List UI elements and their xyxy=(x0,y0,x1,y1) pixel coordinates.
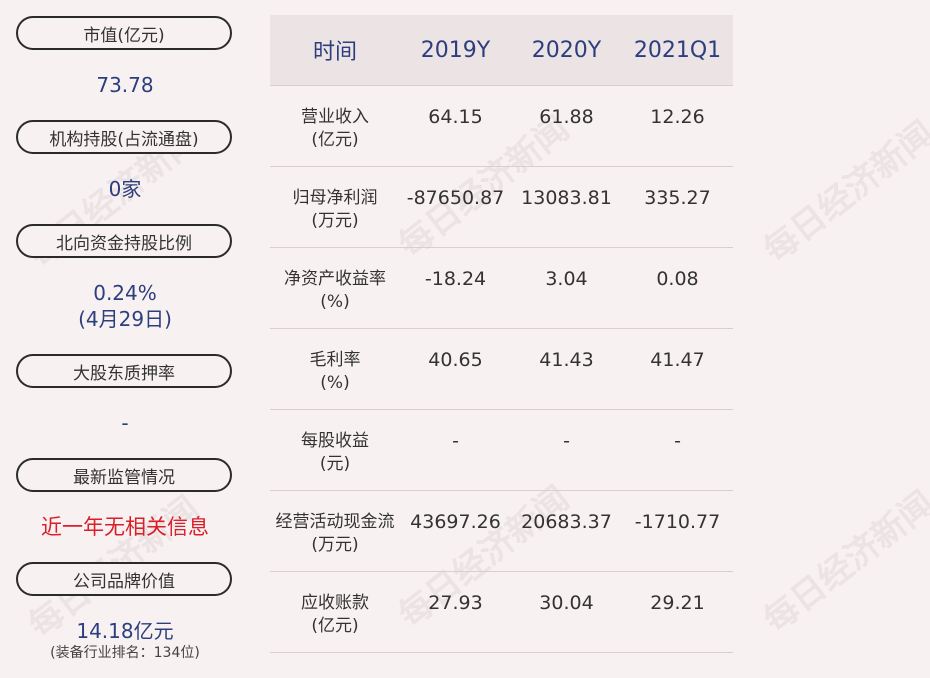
header-period: 时间 xyxy=(312,40,357,65)
northbound-ratio-percent: 0.24% xyxy=(93,281,157,305)
cell-2020y: 20683.37 xyxy=(521,511,612,533)
watermark: 每日经济新闻 xyxy=(756,483,930,641)
watermark: 每日经济新闻 xyxy=(756,113,930,271)
market-cap-label: 市值(亿元) xyxy=(16,16,232,50)
cell-2021q1: 29.21 xyxy=(650,592,705,614)
pledge-ratio-value: - xyxy=(121,411,129,435)
header-2021q1: 2021Q1 xyxy=(633,37,722,63)
cell-2019y: 64.15 xyxy=(428,106,483,128)
cell-2020y: - xyxy=(563,430,570,452)
cell-2020y: 30.04 xyxy=(539,592,594,614)
northbound-ratio-label: 北向资金持股比例 xyxy=(16,224,232,258)
cell-2019y: 27.93 xyxy=(428,592,483,614)
cell-2021q1: - xyxy=(674,430,681,452)
cell-2020y: 3.04 xyxy=(545,268,588,290)
row-label: 经营活动现金流 (万元) xyxy=(275,512,395,555)
brand-value-label: 公司品牌价值 xyxy=(16,562,232,596)
institutional-holdings-label: 机构持股(占流通盘) xyxy=(16,120,232,154)
header-2020y: 2020Y xyxy=(531,37,602,63)
northbound-ratio-date: (4月29日) xyxy=(78,307,172,331)
institutional-holdings-value: 0家 xyxy=(108,177,142,201)
table-row: 归母净利润 (万元) -87650.87 13083.81 335.27 xyxy=(270,167,733,248)
cell-2019y: 40.65 xyxy=(428,349,483,371)
cell-2019y: -18.24 xyxy=(424,268,487,290)
table-row: 应收账款 (亿元) 27.93 30.04 29.21 xyxy=(270,572,733,653)
cell-2021q1: -1710.77 xyxy=(634,511,721,533)
row-label: 营业收入 (亿元) xyxy=(301,107,369,150)
cell-2020y: 61.88 xyxy=(539,106,594,128)
cell-2021q1: 335.27 xyxy=(644,187,711,209)
financial-table: 时间 2019Y 2020Y 2021Q1 营业收入 (亿元) 64.15 61.… xyxy=(270,15,733,653)
market-cap-value: 73.78 xyxy=(96,73,154,97)
row-label: 归母净利润 (万元) xyxy=(292,188,378,231)
cell-2020y: 13083.81 xyxy=(521,187,612,209)
header-2019y: 2019Y xyxy=(420,37,491,63)
brand-value-value: 14.18亿元 (装备行业排名：134位) xyxy=(0,618,250,662)
cell-2021q1: 41.47 xyxy=(650,349,705,371)
row-label: 每股收益 (元) xyxy=(301,431,369,474)
stock-summary-panel: 市值(亿元) 73.78 机构持股(占流通盘) 0家 北向资金持股比例 0.24… xyxy=(0,0,250,678)
cell-2021q1: 0.08 xyxy=(656,268,699,290)
cell-2019y: -87650.87 xyxy=(406,187,505,209)
table-row: 每股收益 (元) - - - xyxy=(270,410,733,491)
cell-2020y: 41.43 xyxy=(539,349,594,371)
table-row: 经营活动现金流 (万元) 43697.26 20683.37 -1710.77 xyxy=(270,491,733,572)
cell-2019y: - xyxy=(452,430,459,452)
row-label: 净资产收益率 (%) xyxy=(284,269,386,312)
cell-2021q1: 12.26 xyxy=(650,106,705,128)
cell-2019y: 43697.26 xyxy=(410,511,501,533)
brand-value-rank-note: (装备行业排名：134位) xyxy=(50,645,200,661)
table-row: 毛利率 (%) 40.65 41.43 41.47 xyxy=(270,329,733,410)
regulatory-status-label: 最新监管情况 xyxy=(16,458,232,492)
northbound-ratio-value: 0.24% (4月29日) xyxy=(0,280,250,332)
table-row: 净资产收益率 (%) -18.24 3.04 0.08 xyxy=(270,248,733,329)
brand-value-amount: 14.18亿元 xyxy=(76,619,174,643)
pledge-ratio-label: 大股东质押率 xyxy=(16,354,232,388)
table-row: 营业收入 (亿元) 64.15 61.88 12.26 xyxy=(270,86,733,167)
row-label: 毛利率 (%) xyxy=(309,350,361,393)
regulatory-status-value: 近一年无相关信息 xyxy=(41,515,209,539)
row-label: 应收账款 (亿元) xyxy=(301,593,369,636)
table-header: 时间 2019Y 2020Y 2021Q1 xyxy=(270,15,733,86)
